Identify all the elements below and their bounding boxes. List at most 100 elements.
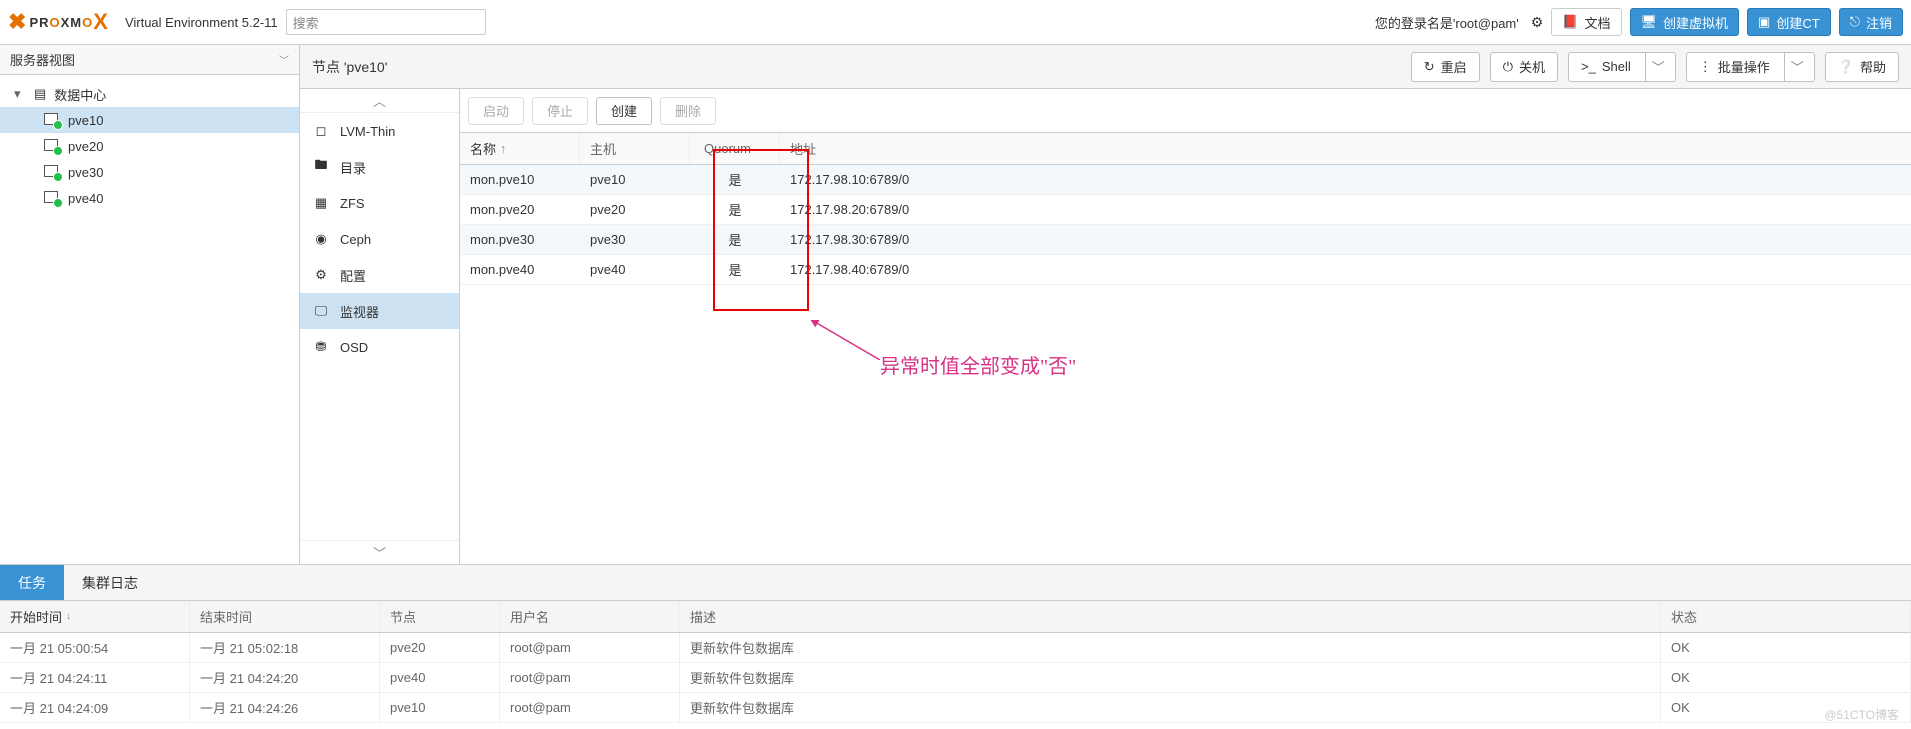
nav-zfs[interactable]: ▦ ZFS — [300, 185, 459, 221]
cell-quorum: 是 — [690, 255, 780, 284]
terminal-icon: >_ — [1581, 59, 1596, 74]
bulk-button[interactable]: ⋮批量操作﹀ — [1686, 52, 1815, 82]
refresh-icon: ↻ — [1424, 59, 1435, 75]
sort-desc-icon: ↓ — [66, 611, 71, 622]
cell-stat: OK — [1661, 663, 1911, 692]
cell-user: root@pam — [500, 693, 680, 722]
shutdown-button[interactable]: ⏻关机 — [1490, 52, 1558, 82]
log-tabs: 任务 集群日志 — [0, 565, 1911, 601]
tree-datacenter[interactable]: ▾ ▤ 数据中心 — [0, 81, 299, 107]
cell-quorum: 是 — [690, 165, 780, 194]
log-row[interactable]: 一月 21 04:24:09一月 21 04:24:26pve10root@pa… — [0, 693, 1911, 723]
nav-label: 监视器 — [340, 302, 379, 321]
shutdown-label: 关机 — [1519, 57, 1545, 76]
table-row[interactable]: mon.pve30pve30是172.17.98.30:6789/0 — [460, 225, 1911, 255]
help-icon: ❔ — [1838, 59, 1854, 75]
cell-start: 一月 21 04:24:09 — [0, 693, 190, 722]
restart-button[interactable]: ↻重启 — [1411, 52, 1480, 82]
nav-label: LVM-Thin — [340, 124, 395, 139]
tab-tasks[interactable]: 任务 — [0, 565, 64, 600]
logout-button[interactable]: ⎋注销 — [1839, 8, 1903, 36]
col-end[interactable]: 结束时间 — [190, 601, 380, 632]
log-row[interactable]: 一月 21 04:24:11一月 21 04:24:20pve40root@pa… — [0, 663, 1911, 693]
create-button[interactable]: 创建 — [596, 97, 652, 125]
node-titlebar: 节点 'pve10' ↻重启 ⏻关机 >_Shell﹀ ⋮批量操作﹀ ❔帮助 — [300, 45, 1911, 89]
col-node[interactable]: 节点 — [380, 601, 500, 632]
stop-button: 停止 — [532, 97, 588, 125]
scroll-up-icon[interactable]: ︿ — [300, 89, 459, 113]
login-label: 您的登录名是'root@pam' — [1375, 13, 1519, 32]
logo-text: PR — [29, 15, 49, 30]
cell-host: pve30 — [580, 225, 690, 254]
cell-name: mon.pve10 — [460, 165, 580, 194]
create-ct-label: 创建CT — [1776, 13, 1819, 32]
col-host[interactable]: 主机 — [580, 133, 690, 164]
nav-label: 配置 — [340, 266, 366, 285]
start-button: 启动 — [468, 97, 524, 125]
col-name[interactable]: 名称↑ — [460, 133, 580, 164]
cell-quorum: 是 — [690, 195, 780, 224]
cell-addr: 172.17.98.40:6789/0 — [780, 255, 1911, 284]
col-start[interactable]: 开始时间↓ — [0, 601, 190, 632]
table-row[interactable]: mon.pve20pve20是172.17.98.20:6789/0 — [460, 195, 1911, 225]
create-ct-button[interactable]: ▣ 创建CT — [1747, 8, 1831, 36]
nav-label: ZFS — [340, 196, 365, 211]
monitor-icon: 🖥 — [1641, 14, 1658, 30]
nav-lvm-thin[interactable]: ◻LVM-Thin — [300, 113, 459, 149]
grid-icon: ▦ — [312, 195, 330, 211]
cell-end: 一月 21 05:02:18 — [190, 633, 380, 662]
view-label: 服务器视图 — [10, 50, 75, 69]
shell-label: Shell — [1602, 59, 1631, 74]
cube-icon: ▣ — [1758, 14, 1770, 30]
tree-node-pve30[interactable]: pve30 — [0, 159, 299, 185]
cell-desc: 更新软件包数据库 — [680, 693, 1661, 722]
help-button[interactable]: ❔帮助 — [1825, 52, 1899, 82]
nav-monitor[interactable]: 🖵 监视器 — [300, 293, 459, 329]
nav-directory[interactable]: 🖿目录 — [300, 149, 459, 185]
task-log-panel: 任务 集群日志 开始时间↓ 结束时间 节点 用户名 描述 状态 一月 21 05… — [0, 564, 1911, 729]
table-row[interactable]: mon.pve10pve10是172.17.98.10:6789/0 — [460, 165, 1911, 195]
docs-button[interactable]: 📕文档 — [1551, 8, 1621, 36]
docs-label: 文档 — [1585, 13, 1611, 32]
content-area: 节点 'pve10' ↻重启 ⏻关机 >_Shell﹀ ⋮批量操作﹀ ❔帮助 ︿… — [300, 45, 1911, 564]
sort-asc-icon: ↑ — [500, 141, 507, 156]
tree-node-pve40[interactable]: pve40 — [0, 185, 299, 211]
log-row[interactable]: 一月 21 05:00:54一月 21 05:02:18pve20root@pa… — [0, 633, 1911, 663]
cell-host: pve10 — [580, 165, 690, 194]
bulk-label: 批量操作 — [1718, 57, 1770, 76]
search-input[interactable]: 搜索 — [286, 9, 486, 35]
col-user[interactable]: 用户名 — [500, 601, 680, 632]
cell-name: mon.pve20 — [460, 195, 580, 224]
col-address[interactable]: 地址 — [780, 133, 1911, 164]
datacenter-icon: ▤ — [34, 86, 46, 102]
chevron-down-icon[interactable]: ﹀ — [1784, 53, 1810, 81]
sidebar: 服务器视图 ﹀ ▾ ▤ 数据中心 pve10 pve20 pve30 pve40 — [0, 45, 300, 564]
sub-navigation: ︿ ◻LVM-Thin 🖿目录 ▦ ZFS ◉Ceph ⚙配置 🖵 监视器 ⛃OSD… — [300, 89, 460, 564]
nav-config[interactable]: ⚙配置 — [300, 257, 459, 293]
tree-node-pve10[interactable]: pve10 — [0, 107, 299, 133]
cell-node: pve20 — [380, 633, 500, 662]
node-label: pve10 — [68, 113, 103, 128]
create-vm-button[interactable]: 🖥创建虚拟机 — [1630, 8, 1740, 36]
nav-osd[interactable]: ⛃OSD — [300, 329, 459, 365]
server-ok-icon — [44, 113, 60, 127]
tab-clusterlog[interactable]: 集群日志 — [64, 565, 156, 600]
cell-addr: 172.17.98.30:6789/0 — [780, 225, 1911, 254]
col-status[interactable]: 状态 — [1661, 601, 1911, 632]
col-quorum[interactable]: Quorum — [690, 133, 780, 164]
chevron-down-icon[interactable]: ﹀ — [1645, 53, 1671, 81]
logo-text: O — [50, 15, 61, 30]
shell-button[interactable]: >_ Shell ﹀ — [1568, 52, 1676, 82]
monitor-icon: 🖵 — [312, 303, 330, 319]
log-header: 开始时间↓ 结束时间 节点 用户名 描述 状态 — [0, 601, 1911, 633]
view-selector[interactable]: 服务器视图 ﹀ — [0, 45, 299, 75]
tree-node-pve20[interactable]: pve20 — [0, 133, 299, 159]
cell-addr: 172.17.98.10:6789/0 — [780, 165, 1911, 194]
ceph-icon: ◉ — [312, 231, 330, 247]
scroll-down-icon[interactable]: ﹀ — [300, 540, 459, 564]
cell-end: 一月 21 04:24:20 — [190, 663, 380, 692]
gear-icon[interactable]: ⚙ — [1531, 14, 1544, 31]
nav-ceph[interactable]: ◉Ceph — [300, 221, 459, 257]
table-row[interactable]: mon.pve40pve40是172.17.98.40:6789/0 — [460, 255, 1911, 285]
col-desc[interactable]: 描述 — [680, 601, 1661, 632]
